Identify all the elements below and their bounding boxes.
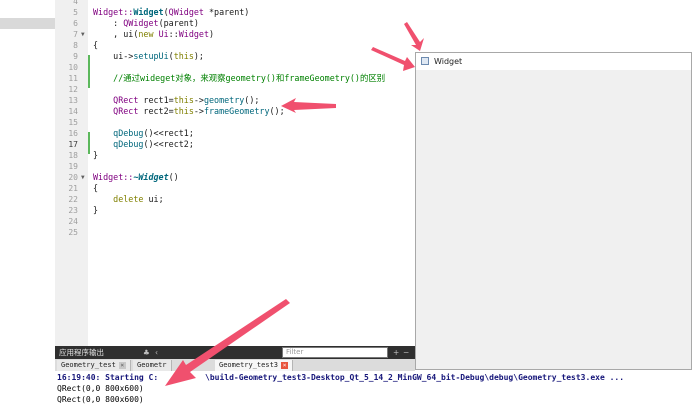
add-icon[interactable]: + xyxy=(393,346,399,359)
widget-title: Widget xyxy=(434,57,463,66)
line-number: 13 xyxy=(68,96,78,105)
line-number: 11 xyxy=(68,74,78,83)
line-number: 17 xyxy=(68,140,78,149)
line-number: 7 xyxy=(73,30,78,39)
application-output[interactable]: 16:19:40: Starting C: \build-Geometry_te… xyxy=(55,371,692,414)
code-editor[interactable]: Widget::Widget(QWidget *parent) : QWidge… xyxy=(90,0,415,346)
code-line: QRect rect2=this->frameGeometry(); xyxy=(113,106,285,116)
code-line: { xyxy=(93,183,99,193)
code-line: qDebug()<<rect2; xyxy=(113,139,194,149)
project-tree-panel xyxy=(0,0,55,346)
tab-geometry-test3[interactable]: Geometry_test3 × xyxy=(215,360,294,371)
line-number: 12 xyxy=(68,85,78,94)
fold-toggle-icon[interactable]: ▼ xyxy=(81,174,85,181)
output-panel-toolbar: 应用程序输出 ♣ ‹ Filter + − xyxy=(55,346,415,359)
line-number: 24 xyxy=(68,217,78,226)
tab-geometr[interactable]: Geometr xyxy=(133,360,172,371)
code-line: qDebug()<<rect1; xyxy=(113,128,194,138)
line-number: 18 xyxy=(68,151,78,160)
line-number: 5 xyxy=(73,8,78,17)
line-number: 10 xyxy=(68,63,78,72)
line-number: 25 xyxy=(68,228,78,237)
code-line: { xyxy=(93,40,99,50)
output-rect1: QRect(0,0 800x600) xyxy=(57,384,144,393)
line-number: 8 xyxy=(73,41,78,50)
code-line: } xyxy=(93,205,99,215)
widget-title-bar[interactable]: Widget xyxy=(416,53,691,70)
close-icon[interactable]: × xyxy=(118,361,126,369)
line-number: 22 xyxy=(68,195,78,204)
app-window-icon xyxy=(421,57,429,65)
line-number: 20 xyxy=(68,173,78,182)
line-number: 6 xyxy=(73,19,78,28)
fold-toggle-icon[interactable]: ▼ xyxy=(81,31,85,38)
line-number: 9 xyxy=(73,52,78,61)
filter-input[interactable]: Filter xyxy=(282,347,388,358)
line-number-gutter: 4 5 6 7 ▼ 8 9 10 11 12 13 14 15 16 17 18 19 20 ▼ 21 22 23 24 25 xyxy=(55,0,88,346)
code-line: } xyxy=(93,150,99,160)
code-line: , ui(new Ui::Widget) xyxy=(93,29,215,39)
line-number: 16 xyxy=(68,129,78,138)
chevron-left-icon[interactable]: ‹ xyxy=(155,346,158,359)
selected-tree-item[interactable] xyxy=(0,18,55,29)
widget-window[interactable]: Widget xyxy=(415,52,692,370)
line-number: 15 xyxy=(68,118,78,127)
clear-output-icon[interactable]: ♣ xyxy=(143,346,150,359)
line-number: 23 xyxy=(68,206,78,215)
line-number: 19 xyxy=(68,162,78,171)
code-line: Widget::~Widget() xyxy=(93,172,179,182)
code-line: Widget::Widget(QWidget *parent) xyxy=(93,7,250,17)
tab-geometry-test[interactable]: Geometry_test × xyxy=(57,360,131,371)
output-start-path: \build-Geometry_test3-Desktop_Qt_5_14_2_… xyxy=(205,373,625,382)
code-line: delete ui; xyxy=(113,194,164,204)
line-number: 4 xyxy=(73,0,78,6)
line-number: 21 xyxy=(68,184,78,193)
remove-icon[interactable]: − xyxy=(403,346,409,359)
code-line: ui->setupUi(this); xyxy=(93,51,204,61)
line-number: 14 xyxy=(68,107,78,116)
output-panel-title: 应用程序输出 xyxy=(59,348,104,357)
code-comment: //通过wideget对象，来观察geometry()和frameGeometr… xyxy=(93,73,386,83)
code-line: : QWidget(parent) xyxy=(93,18,199,28)
close-icon[interactable]: × xyxy=(281,361,289,369)
output-rect2: QRect(0,0 800x600) xyxy=(57,395,144,404)
code-line: QRect rect1=this->geometry(); xyxy=(113,95,260,105)
output-start-prefix: 16:19:40: Starting C: xyxy=(57,373,159,382)
output-tabs: Geometry_test × Geometr Geometry_test3 × xyxy=(55,359,415,371)
